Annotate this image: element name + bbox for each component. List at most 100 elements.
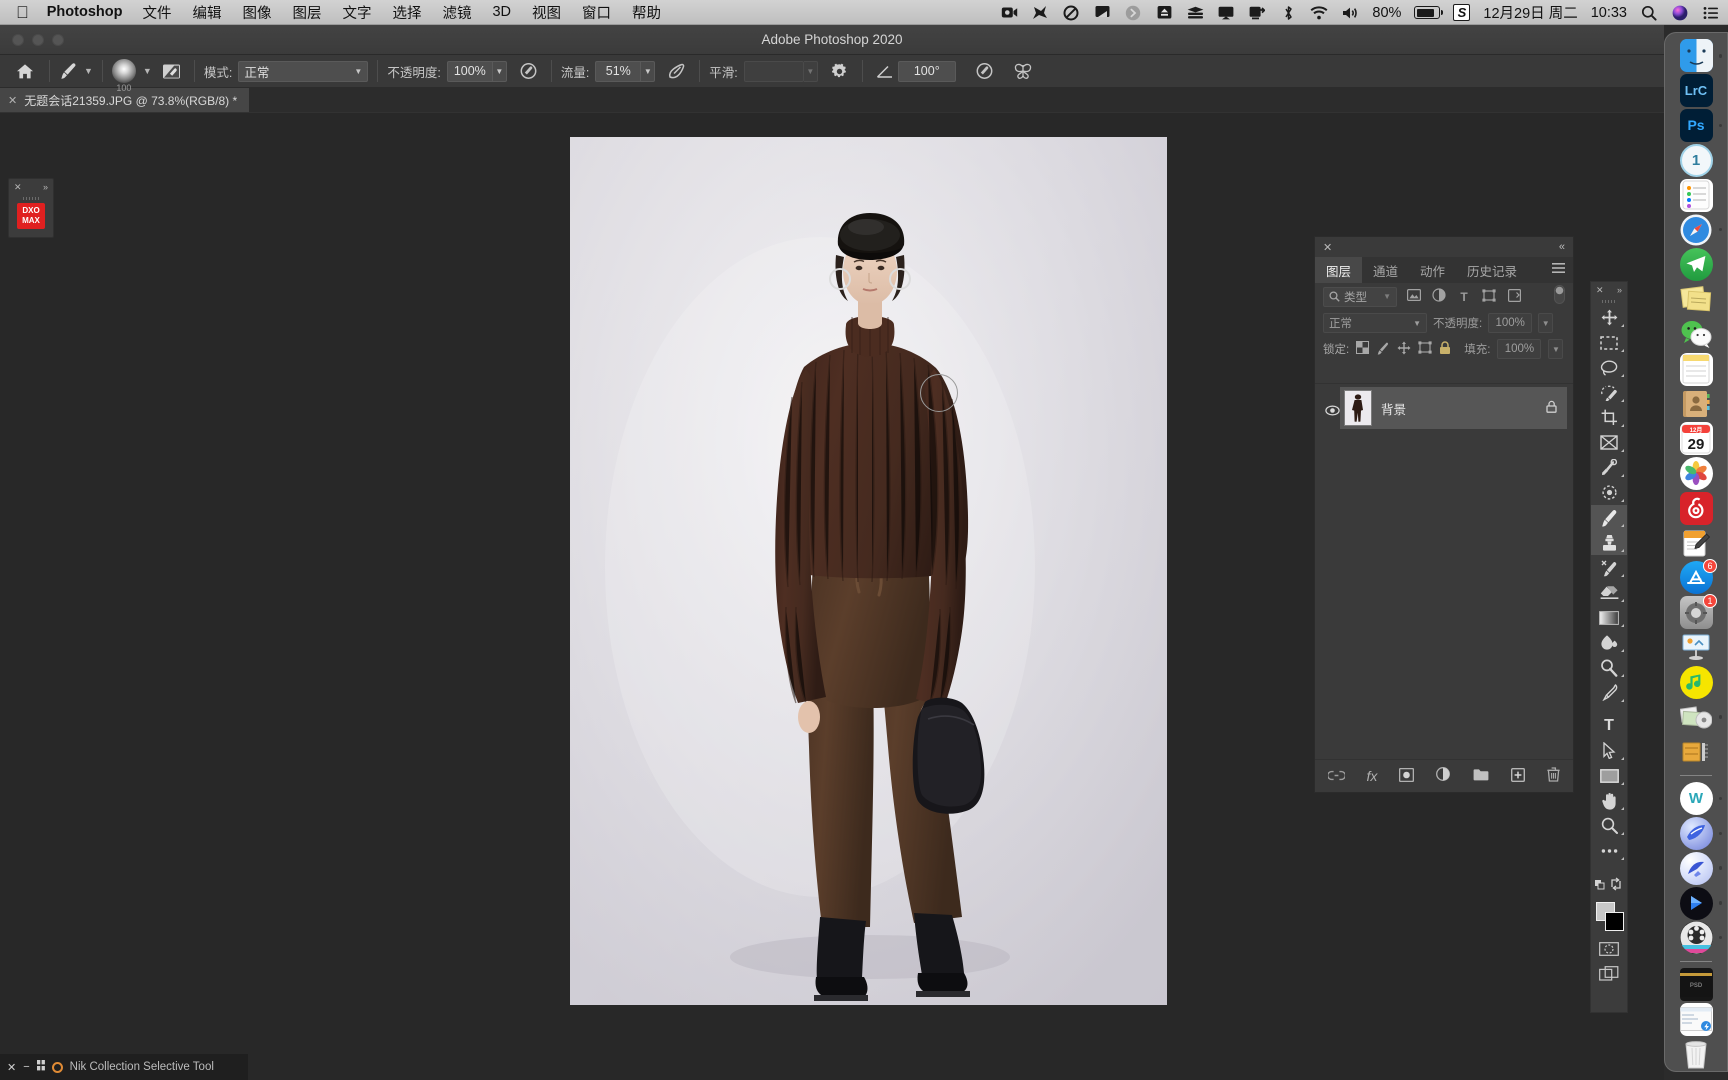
hand-tool-icon[interactable]: [1591, 788, 1627, 813]
healing-brush-tool-icon[interactable]: [1591, 480, 1627, 505]
snipaste-icon[interactable]: S: [1453, 4, 1471, 21]
close-icon[interactable]: ✕: [14, 182, 22, 193]
canvas-artboard[interactable]: [570, 137, 1167, 1005]
lock-image-icon[interactable]: [1376, 341, 1390, 358]
close-icon[interactable]: ✕: [8, 94, 17, 107]
layers-list[interactable]: 背景: [1315, 383, 1573, 758]
tab-actions[interactable]: 动作: [1409, 257, 1456, 283]
menu-item-3d[interactable]: 3D: [492, 4, 511, 20]
eyedropper-tool-icon[interactable]: [1591, 455, 1627, 480]
chevron-down-icon[interactable]: ▼: [641, 60, 656, 82]
opacity-value[interactable]: 100%: [446, 60, 493, 82]
close-icon[interactable]: ✕: [7, 1061, 16, 1074]
display-icon[interactable]: [1093, 5, 1111, 21]
nik-collection-icon[interactable]: [51, 1061, 63, 1073]
dock-item-pages[interactable]: [1676, 526, 1716, 560]
dock-item-netease-music[interactable]: [1676, 491, 1716, 525]
dock-item-telegram[interactable]: [1676, 248, 1716, 282]
lock-position-icon[interactable]: [1397, 341, 1411, 358]
volume-icon[interactable]: [1341, 5, 1359, 21]
dock-item-lightroom-classic[interactable]: LrC: [1676, 74, 1716, 108]
dock-item-wps-office[interactable]: W: [1676, 782, 1722, 816]
fill-value[interactable]: 100%: [1497, 339, 1542, 359]
dock-item-contacts[interactable]: [1676, 387, 1716, 421]
dock-item-recent-documents[interactable]: [1676, 1002, 1716, 1037]
brush-size-preset[interactable]: 100 ▼: [111, 59, 152, 93]
lasso-tool-icon[interactable]: [1591, 355, 1627, 380]
frame-tool-icon[interactable]: [1591, 430, 1627, 455]
zoom-tool-icon[interactable]: [1591, 813, 1627, 838]
brush-tool-icon[interactable]: [1591, 505, 1627, 530]
layer-visibility-icon[interactable]: [1325, 405, 1340, 419]
menu-item-layer[interactable]: 图层: [292, 2, 321, 23]
brush-tool-preset[interactable]: ▼: [59, 61, 93, 81]
tab-layers[interactable]: 图层: [1315, 257, 1363, 283]
menu-item-filter[interactable]: 滤镜: [442, 2, 471, 23]
battery-icon[interactable]: [1414, 6, 1444, 19]
dock-item-film-app[interactable]: [1676, 921, 1722, 955]
pen-tool-icon[interactable]: [1591, 680, 1627, 705]
adjustment-filter-icon[interactable]: [1431, 288, 1447, 305]
type-filter-icon[interactable]: T: [1456, 290, 1472, 304]
brush-preview-icon[interactable]: 100: [111, 59, 136, 93]
home-icon[interactable]: [10, 58, 40, 84]
chevron-right-icon[interactable]: [1124, 5, 1142, 21]
chevron-down-icon[interactable]: ▼: [84, 66, 93, 76]
dock-item-video-player[interactable]: [1676, 886, 1722, 920]
new-layer-icon[interactable]: [1511, 767, 1526, 785]
close-icon[interactable]: ✕: [1323, 241, 1332, 254]
chevron-down-icon[interactable]: ▼: [492, 60, 507, 82]
menu-item-file[interactable]: 文件: [142, 2, 171, 23]
opacity-control[interactable]: 100% ▼: [446, 60, 507, 82]
flow-value[interactable]: 51%: [595, 60, 642, 82]
screen-share-icon[interactable]: [1248, 5, 1266, 21]
blur-tool-icon[interactable]: [1591, 630, 1627, 655]
eject-icon[interactable]: [1155, 5, 1173, 21]
shape-filter-icon[interactable]: [1481, 288, 1497, 305]
bird-icon[interactable]: [1031, 5, 1049, 21]
chevron-down-icon[interactable]: ▼: [1548, 339, 1564, 359]
screen-record-icon[interactable]: [1000, 5, 1018, 21]
menu-item-window[interactable]: 窗口: [582, 2, 611, 23]
dock-item-file-archiver[interactable]: [1676, 735, 1716, 769]
dock-item-app-store[interactable]: 6: [1676, 558, 1717, 595]
expand-icon[interactable]: »: [1617, 285, 1622, 295]
edit-toolbar-icon[interactable]: [1591, 838, 1627, 863]
clone-stamp-tool-icon[interactable]: [1591, 530, 1627, 555]
chevron-down-icon[interactable]: ▼: [1383, 292, 1391, 301]
siri-icon[interactable]: [1671, 5, 1689, 21]
do-not-disturb-icon[interactable]: [1062, 5, 1080, 21]
blend-mode-select[interactable]: 正常 ▼: [238, 60, 369, 82]
new-group-icon[interactable]: [1473, 768, 1489, 784]
brush-preset-icon[interactable]: [159, 59, 185, 83]
adjustment-layer-icon[interactable]: [1436, 767, 1451, 785]
dxo-badge-icon[interactable]: DXO MAX: [17, 203, 45, 229]
dock-item-capture-one[interactable]: 1: [1676, 143, 1716, 177]
layer-name[interactable]: 背景: [1381, 399, 1406, 418]
layer-blend-mode-select[interactable]: 正常 ▼: [1323, 313, 1427, 333]
dodge-tool-icon[interactable]: [1591, 655, 1627, 680]
dock-item-calendar[interactable]: 12月 29: [1676, 422, 1716, 456]
type-tool-icon[interactable]: T: [1591, 713, 1627, 738]
dxo-floating-panel[interactable]: ✕ » DXO MAX: [8, 178, 54, 238]
dock-item-photos[interactable]: [1676, 456, 1716, 491]
dock-item-downloads-folder[interactable]: PSD: [1676, 968, 1716, 1002]
table-row[interactable]: 背景: [1340, 387, 1567, 429]
pressure-size-icon[interactable]: [972, 59, 998, 83]
search-icon[interactable]: [1640, 5, 1658, 21]
apple-menu-icon[interactable]: : [16, 4, 29, 21]
pressure-opacity-icon[interactable]: [516, 59, 542, 83]
screen-mode-icon[interactable]: [1591, 961, 1627, 986]
menu-item-image[interactable]: 图像: [242, 2, 271, 23]
bluetooth-icon[interactable]: [1279, 5, 1297, 21]
tab-history[interactable]: 历史记录: [1456, 257, 1528, 283]
symmetry-butterfly-icon[interactable]: [1010, 59, 1036, 83]
rectangle-tool-icon[interactable]: [1591, 763, 1627, 788]
dock-item-bird-app[interactable]: [1676, 816, 1722, 851]
filter-toggle-icon[interactable]: [1554, 284, 1565, 309]
layer-style-fx-icon[interactable]: fx: [1367, 768, 1378, 784]
tab-channels[interactable]: 通道: [1362, 257, 1409, 283]
collapse-icon[interactable]: «: [1559, 241, 1565, 253]
dock-item-trash[interactable]: [1676, 1037, 1716, 1071]
path-selection-tool-icon[interactable]: [1591, 738, 1627, 763]
